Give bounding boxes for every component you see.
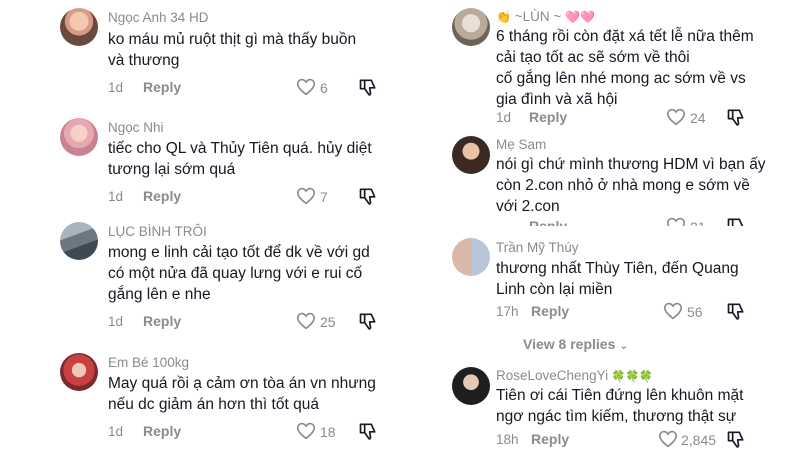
comment-text: thương nhất Thùy Tiên, đến Quang Linh cò… (496, 260, 739, 298)
comment-username[interactable]: LỤC BÌNH TRÔI (108, 224, 207, 239)
reply-button[interactable]: Reply (143, 188, 181, 204)
heart-icon[interactable] (296, 78, 316, 96)
dislike-icon[interactable] (358, 421, 378, 441)
avatar[interactable] (60, 118, 98, 156)
heart-icon[interactable] (296, 187, 316, 205)
avatar[interactable] (60, 222, 98, 260)
comment-text: May quá rồi ạ cảm ơn tòa án vn nhưng nếu… (108, 375, 376, 413)
dislike-icon[interactable] (726, 301, 746, 321)
comment-age: 1d (108, 314, 124, 329)
reply-button[interactable]: Reply (531, 303, 569, 319)
like-count: 25 (320, 314, 336, 330)
avatar[interactable] (452, 367, 490, 405)
view-replies-button[interactable]: View 8 replies ⌄ (523, 336, 628, 352)
comment-username[interactable]: Em Bé 100kg (108, 355, 189, 370)
comment-text: nói gì chứ mình thương HDM vì bạn ấy còn… (496, 156, 766, 215)
dislike-icon[interactable] (726, 216, 746, 226)
comment-age: 1d (108, 80, 124, 95)
avatar[interactable] (60, 8, 98, 46)
dislike-icon[interactable] (358, 311, 378, 331)
comment-username[interactable]: Ngọc Anh 34 HD (108, 10, 209, 25)
comment-text: ko máu mủ ruột thịt gì mà thấy buồn và t… (108, 31, 357, 69)
comment-age: 1d (108, 189, 124, 204)
comment-username[interactable]: Mẹ Sam (496, 137, 546, 152)
heart-icon[interactable] (658, 430, 678, 448)
reply-button[interactable]: Reply (143, 313, 181, 329)
like-count: 56 (687, 304, 703, 320)
heart-icon[interactable] (666, 217, 686, 226)
like-count: 21 (690, 219, 706, 226)
chevron-down-icon: ⌄ (619, 340, 629, 352)
comment-username[interactable]: Trần Mỹ Thúy (496, 240, 579, 255)
avatar[interactable] (60, 353, 98, 391)
comments-column-left: Ngọc Anh 34 HD ko máu mủ ruột thịt gì mà… (0, 0, 400, 450)
comment-item: Mẹ Sam nói gì chứ mình thương HDM vì bạn… (400, 0, 800, 226)
comment-text: Tiên ơi cái Tiên đứng lên khuôn mặt ngơ … (496, 387, 744, 425)
comment-age: 17h (496, 304, 519, 319)
like-count: 6 (320, 80, 328, 96)
comment-age: 18h (496, 432, 519, 447)
heart-icon[interactable] (296, 312, 316, 330)
like-count: 7 (320, 189, 328, 205)
comment-text: mong e linh cải tạo tốt để dk về với gd … (108, 244, 370, 303)
dislike-icon[interactable] (358, 77, 378, 97)
dislike-icon[interactable] (358, 186, 378, 206)
reply-button[interactable]: Reply (529, 218, 567, 226)
comment-username[interactable]: Ngọc Nhi (108, 120, 164, 135)
comment-username[interactable]: RoseLoveChengYi 🍀🍀🍀 (496, 368, 653, 383)
avatar[interactable] (452, 136, 490, 174)
comment-text: tiếc cho QL và Thủy Tiên quá. hủy diệt t… (108, 140, 372, 178)
reply-button[interactable]: Reply (143, 423, 181, 439)
reply-button[interactable]: Reply (531, 431, 569, 447)
dislike-icon[interactable] (726, 429, 746, 449)
heart-icon[interactable] (296, 422, 316, 440)
like-count: 18 (320, 424, 336, 440)
comment-age: 1d (108, 424, 124, 439)
reply-button[interactable]: Reply (143, 79, 181, 95)
comments-column-right: 👏 ~LÙN ~ 🩷🩷 6 tháng rồi còn đặt xá tết l… (400, 0, 800, 450)
heart-icon[interactable] (663, 302, 683, 320)
like-count: 2,845 (681, 432, 717, 448)
avatar[interactable] (452, 238, 490, 276)
clover-emoji-icon: 🍀🍀🍀 (611, 371, 653, 383)
